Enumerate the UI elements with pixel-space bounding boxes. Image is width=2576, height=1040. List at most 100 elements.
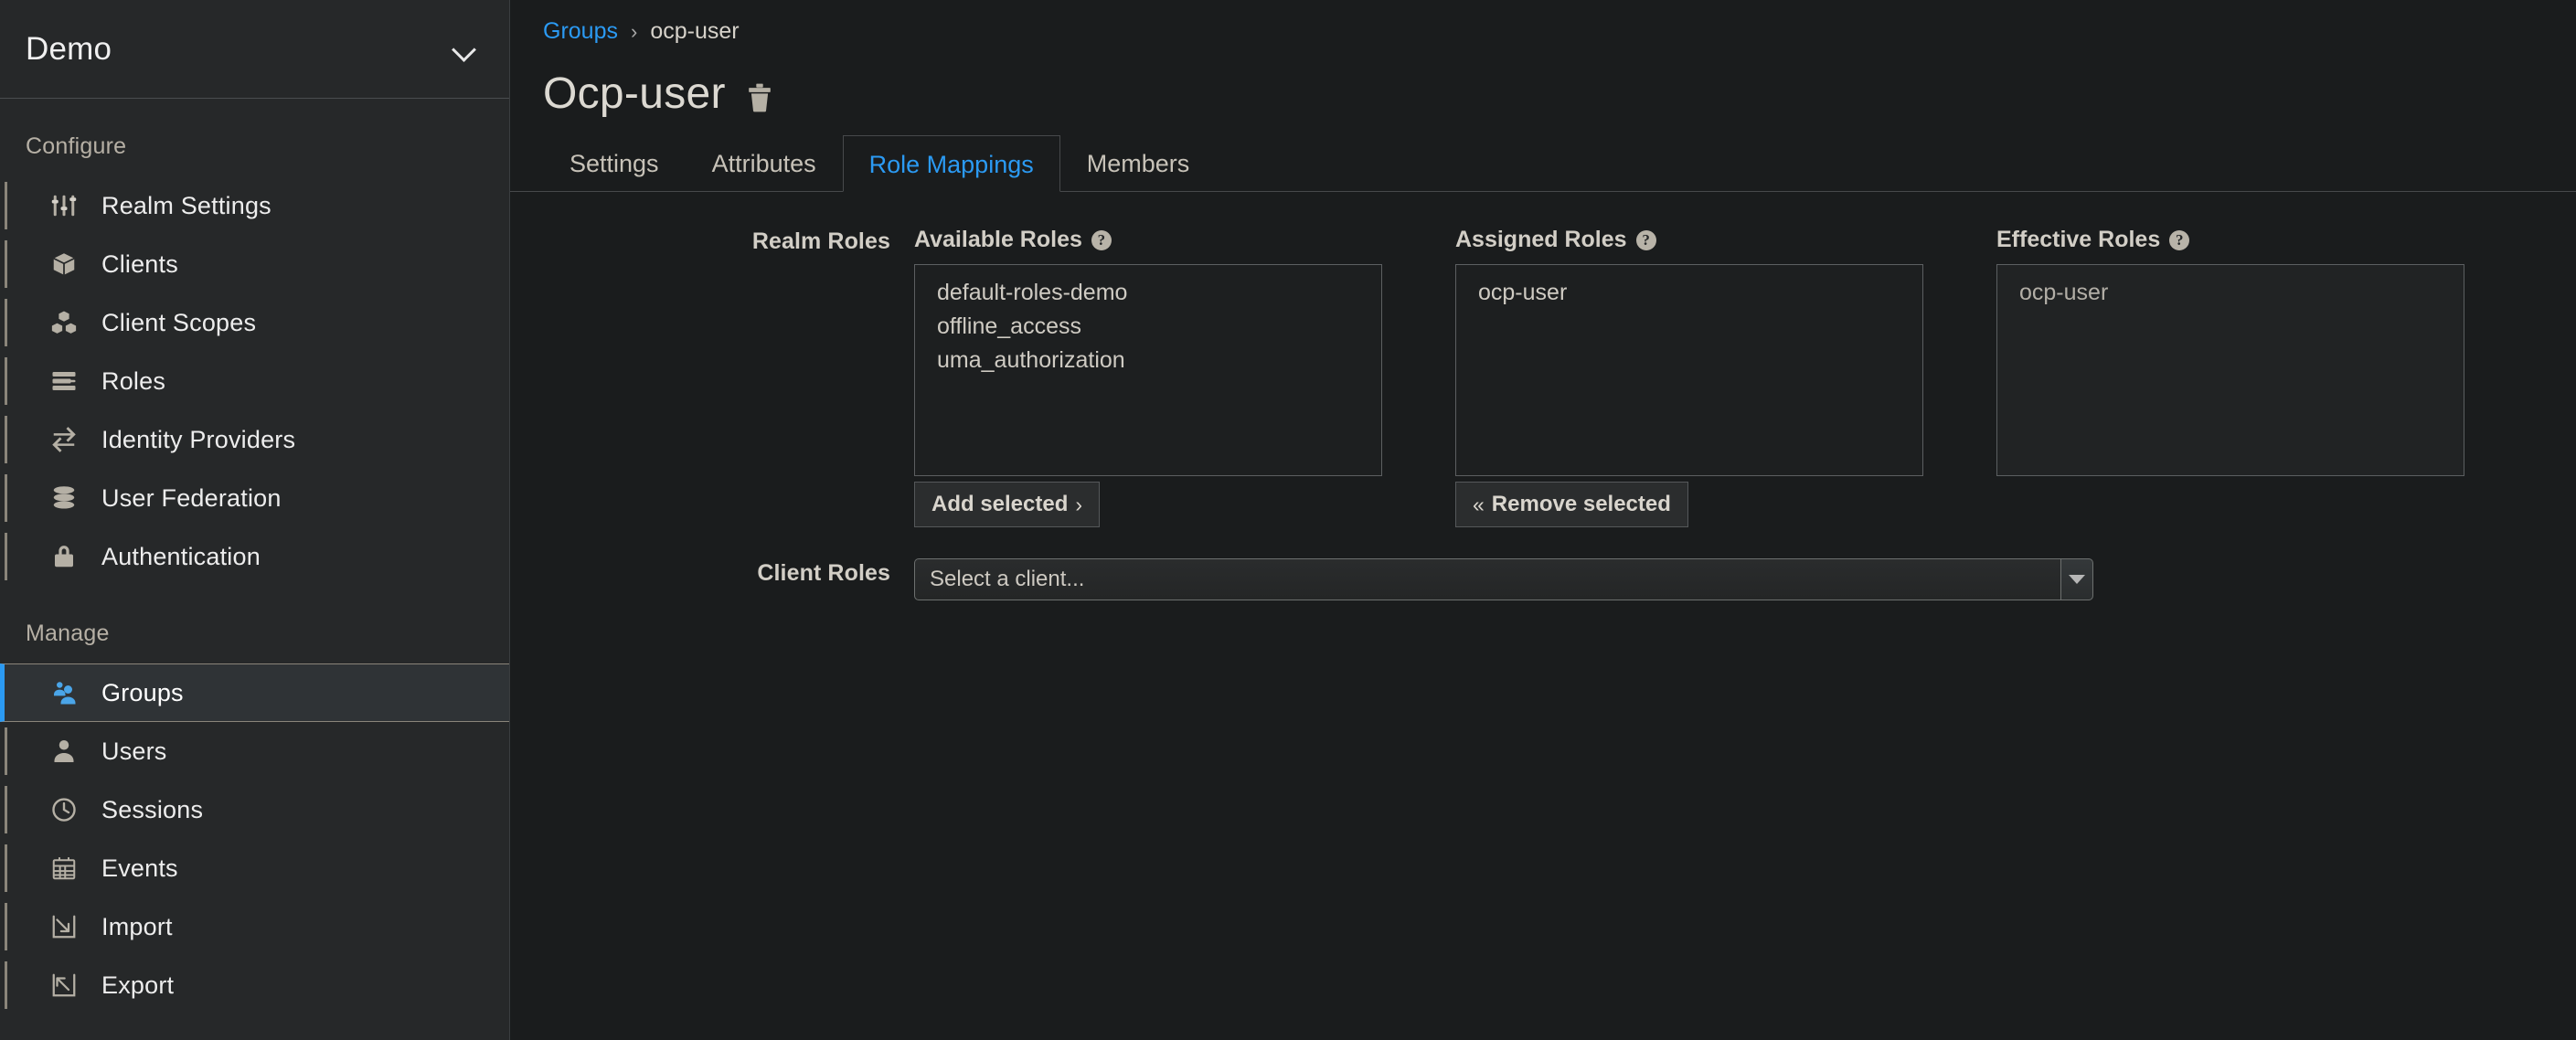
sidebar-item-label: Realm Settings [101, 191, 271, 219]
caret-glyph [2069, 575, 2085, 584]
chevron-down-icon [452, 37, 476, 61]
sidebar-item-label: Client Scopes [101, 308, 257, 336]
realm-roles-label: Realm Roles [751, 228, 890, 254]
nav-edge-marker [5, 533, 7, 580]
sidebar-item-label: Export [101, 971, 175, 999]
realm-roles-row: Realm Roles Available Roles ? default-ro… [510, 227, 2576, 527]
nav-edge-marker [5, 844, 7, 892]
users-group-icon [50, 679, 89, 706]
assigned-roles-header: Assigned Roles ? [1455, 227, 1923, 253]
sidebar: Demo Configure Realm Settings Clients Cl… [0, 0, 510, 1040]
sidebar-item-label: User Federation [101, 483, 282, 512]
question-circle-icon[interactable]: ? [1091, 229, 1112, 250]
question-circle-icon[interactable]: ? [1635, 229, 1656, 250]
nav-section-title-configure: Configure [26, 133, 127, 159]
realm-selector[interactable]: Demo [0, 0, 509, 99]
sliders-icon [50, 192, 89, 219]
sidebar-item-clients[interactable]: Clients [0, 235, 509, 293]
effective-roles-panel: Effective Roles ? ocp-user [1996, 227, 2464, 527]
realm-name: Demo [26, 30, 112, 67]
available-roles-listbox[interactable]: default-roles-demo offline_access uma_au… [914, 264, 1382, 476]
lock-icon [50, 543, 89, 570]
client-select-value[interactable]: Select a client... [914, 558, 2060, 600]
calendar-icon [50, 854, 89, 882]
database-icon [50, 484, 89, 512]
sidebar-item-users[interactable]: Users [0, 722, 509, 780]
sidebar-item-label: Authentication [101, 542, 261, 570]
page-header: Ocp-user [510, 45, 2576, 119]
remove-selected-button[interactable]: « Remove selected [1455, 482, 1688, 527]
sidebar-item-label: Events [101, 854, 178, 882]
caret-down-icon[interactable] [2060, 558, 2093, 600]
keycloak-admin-console: Demo Configure Realm Settings Clients Cl… [0, 0, 2576, 1040]
list-item[interactable]: uma_authorization [915, 344, 1381, 377]
tab-members[interactable]: Members [1060, 134, 1217, 191]
sidebar-item-sessions[interactable]: Sessions [0, 780, 509, 839]
effective-roles-title: Effective Roles [1996, 227, 2161, 252]
clock-icon [50, 796, 89, 823]
tab-bar: Settings Attributes Role Mappings Member… [510, 135, 2576, 192]
sidebar-item-events[interactable]: Events [0, 839, 509, 897]
exchange-arrows-icon [50, 426, 89, 453]
nav-edge-marker [5, 786, 7, 833]
sidebar-item-label: Sessions [101, 795, 204, 823]
nav-edge-marker [5, 357, 7, 405]
nav-edge-marker [5, 727, 7, 775]
nav-section-title-manage: Manage [26, 621, 110, 646]
client-roles-row: Client Roles Select a client... [510, 558, 2576, 600]
nav-edge-marker [5, 961, 7, 1009]
main-content: Groups › ocp-user Ocp-user Settings Attr… [510, 0, 2576, 1040]
sidebar-item-authentication[interactable]: Authentication [0, 527, 509, 586]
chevron-right-icon: › [1075, 492, 1083, 516]
breadcrumb-link-groups[interactable]: Groups [543, 18, 618, 45]
nav-section-configure: Configure Realm Settings Clients Client … [0, 99, 509, 586]
sidebar-item-import[interactable]: Import [0, 897, 509, 956]
sidebar-item-label: Import [101, 912, 173, 940]
list-item[interactable]: default-roles-demo [915, 276, 1381, 310]
sidebar-item-label: Roles [101, 366, 166, 395]
sidebar-item-user-federation[interactable]: User Federation [0, 469, 509, 527]
question-circle-icon[interactable]: ? [2169, 229, 2190, 250]
nav-edge-marker [5, 416, 7, 463]
cubes-icon [50, 309, 89, 336]
trash-icon[interactable] [746, 76, 773, 112]
nav-edge-marker [5, 903, 7, 950]
tab-role-mappings[interactable]: Role Mappings [842, 135, 1060, 192]
client-select[interactable]: Select a client... [914, 558, 2093, 600]
sidebar-item-realm-settings[interactable]: Realm Settings [0, 176, 509, 235]
nav-list-manage: Groups Users Sessions Events Import Expo… [0, 663, 509, 1014]
page-title: Ocp-user [543, 69, 726, 118]
chevron-double-left-icon: « [1473, 492, 1485, 516]
nav-section-manage: Manage Groups Users Sessions Events Impo… [0, 586, 509, 1014]
sidebar-item-identity-providers[interactable]: Identity Providers [0, 410, 509, 469]
breadcrumb: Groups › ocp-user [510, 0, 2576, 45]
assigned-roles-listbox[interactable]: ocp-user [1455, 264, 1923, 476]
sidebar-item-roles[interactable]: Roles [0, 352, 509, 410]
breadcrumb-current: ocp-user [650, 18, 740, 44]
nav-edge-marker [5, 240, 7, 288]
sidebar-item-client-scopes[interactable]: Client Scopes [0, 293, 509, 352]
user-icon [50, 738, 89, 765]
list-bars-icon [50, 367, 89, 395]
list-item[interactable]: ocp-user [1456, 276, 1922, 310]
available-roles-title: Available Roles [914, 227, 1082, 252]
tab-attributes[interactable]: Attributes [686, 134, 843, 191]
add-selected-button[interactable]: Add selected › [914, 482, 1101, 527]
assigned-roles-title: Assigned Roles [1455, 227, 1627, 252]
client-roles-label: Client Roles [757, 560, 890, 586]
remove-selected-label: Remove selected [1491, 492, 1671, 516]
export-arrow-icon [50, 971, 89, 999]
nav-edge-marker [5, 182, 7, 229]
add-selected-label: Add selected [931, 492, 1069, 516]
effective-roles-listbox: ocp-user [1996, 264, 2464, 476]
nav-edge-marker [5, 474, 7, 522]
sidebar-item-label: Identity Providers [101, 425, 296, 453]
sidebar-item-groups[interactable]: Groups [0, 663, 509, 722]
breadcrumb-separator: › [630, 19, 638, 43]
sidebar-item-export[interactable]: Export [0, 956, 509, 1014]
sidebar-item-label: Clients [101, 249, 178, 278]
sidebar-item-label: Groups [101, 678, 184, 706]
list-item[interactable]: offline_access [915, 310, 1381, 344]
nav-edge-marker [5, 299, 7, 346]
tab-settings[interactable]: Settings [543, 134, 686, 191]
